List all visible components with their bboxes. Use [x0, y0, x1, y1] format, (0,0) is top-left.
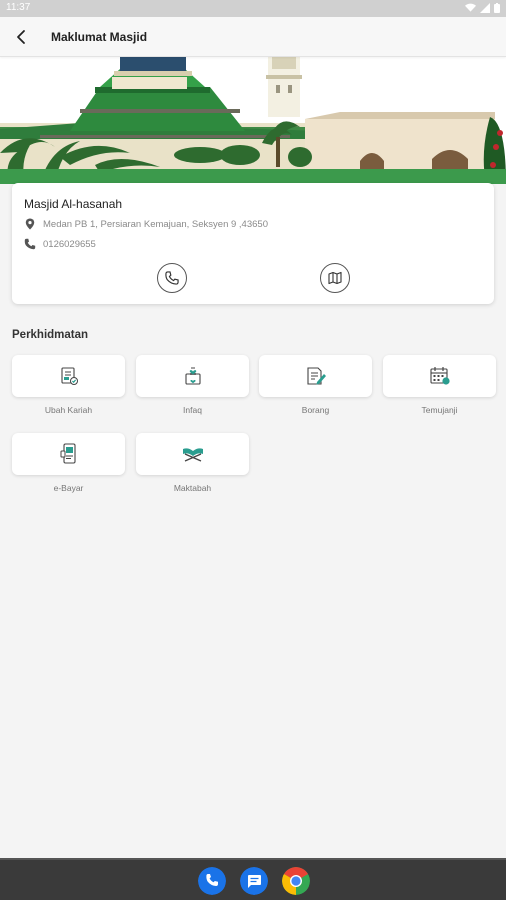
service-tile[interactable] — [12, 355, 125, 397]
status-time: 11:37 — [6, 2, 31, 13]
status-icons — [465, 3, 500, 13]
system-dock — [0, 858, 506, 900]
service-label: Temujanji — [421, 405, 458, 415]
mosque-info-card: Masjid Al-hasanah Medan PB 1, Persiaran … — [12, 183, 494, 304]
service-tile[interactable] — [383, 355, 496, 397]
service-maktabah[interactable]: Maktabah — [136, 433, 249, 493]
service-temujanji[interactable]: Temujanji — [383, 355, 496, 415]
call-button[interactable] — [157, 263, 187, 293]
mobile-payment-icon — [60, 443, 76, 464]
service-ubah-kariah[interactable]: Ubah Kariah — [12, 355, 125, 415]
page-title: Maklumat Masjid — [51, 30, 148, 44]
arrow-left-icon[interactable] — [12, 27, 32, 47]
service-borang[interactable]: Borang — [259, 355, 372, 415]
service-label: Borang — [301, 405, 330, 415]
service-tile[interactable] — [136, 355, 249, 397]
address-row: Medan PB 1, Persiaran Kemajuan, Seksyen … — [24, 218, 268, 230]
messages-app-icon[interactable] — [240, 867, 268, 895]
service-tile[interactable] — [136, 433, 249, 475]
service-e-bayar[interactable]: e-Bayar — [12, 433, 125, 493]
phone-row: 0126029655 — [24, 238, 96, 250]
signal-icon — [480, 3, 490, 13]
document-check-icon — [60, 367, 78, 385]
phone-icon — [24, 238, 36, 250]
mosque-photo — [0, 57, 506, 184]
map-icon — [328, 271, 342, 285]
service-tile[interactable] — [12, 433, 125, 475]
phone-icon — [165, 271, 179, 285]
service-label: Maktabah — [173, 483, 212, 493]
chrome-app-icon[interactable] — [282, 867, 310, 895]
donation-box-icon — [184, 367, 201, 385]
service-label: Infaq — [183, 405, 202, 415]
phone-app-icon[interactable] — [198, 867, 226, 895]
app-bar: Maklumat Masjid — [0, 17, 506, 57]
mosque-phone: 0126029655 — [43, 238, 96, 250]
status-bar: 11:37 — [0, 0, 506, 17]
location-pin-icon — [25, 218, 35, 230]
service-label: e-Bayar — [53, 483, 84, 493]
calendar-icon — [429, 367, 450, 385]
services-title: Perkhidmatan — [12, 329, 89, 341]
mosque-address: Medan PB 1, Persiaran Kemajuan, Seksyen … — [43, 218, 268, 230]
wifi-icon — [465, 3, 476, 12]
quran-book-icon — [182, 448, 203, 462]
mosque-name: Masjid Al-hasanah — [24, 197, 123, 211]
service-infaq[interactable]: Infaq — [136, 355, 249, 415]
map-button[interactable] — [320, 263, 350, 293]
battery-icon — [494, 3, 500, 13]
service-tile[interactable] — [259, 355, 372, 397]
form-edit-icon — [306, 367, 326, 385]
service-label: Ubah Kariah — [44, 405, 93, 415]
